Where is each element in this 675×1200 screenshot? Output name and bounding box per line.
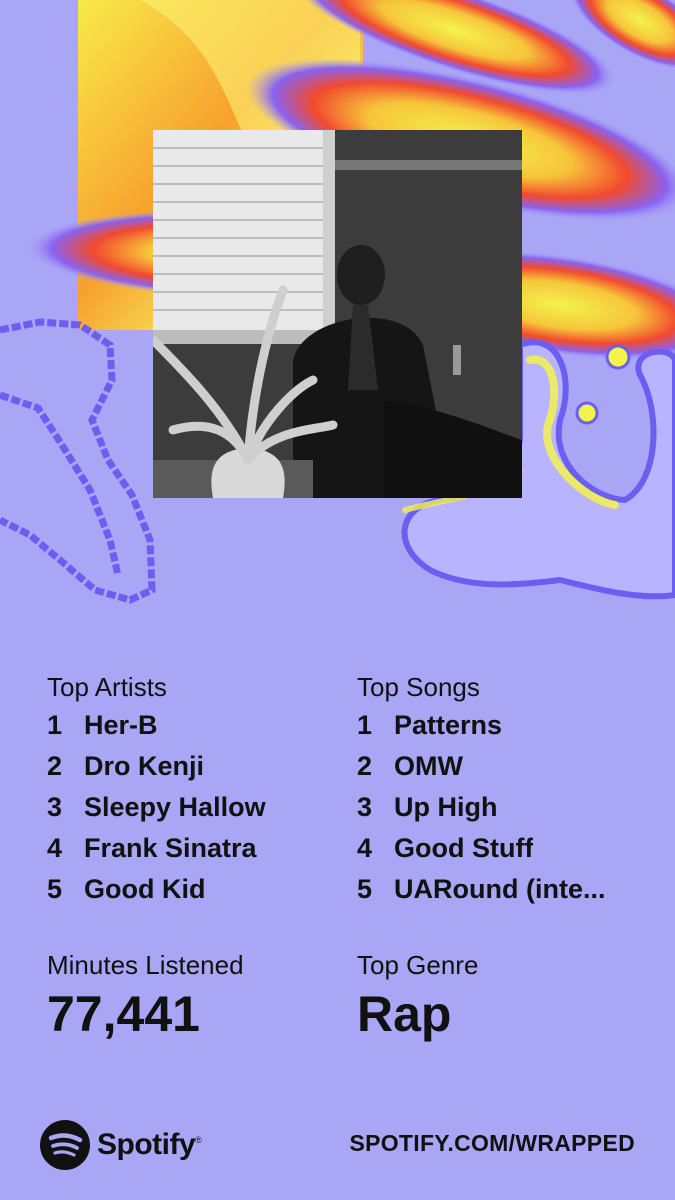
list-item: 4 Frank Sinatra [47, 833, 347, 874]
brand-text: Spotify [97, 1128, 196, 1161]
artist-name: Sleepy Hallow [84, 792, 266, 822]
rank-number: 2 [47, 751, 63, 781]
top-artists-section: Top Artists 1 Her-B 2 Dro Kenji 3 Sleepy Ha… [47, 672, 347, 915]
artist-name: Frank Sinatra [84, 833, 257, 863]
pixel-outline [0, 318, 156, 604]
top-artists-list: 1 Her-B 2 Dro Kenji 3 Sleepy Hallow 4 Frank … [47, 710, 347, 915]
top-songs-heading: Top Songs [357, 672, 480, 702]
rank-number: 5 [357, 874, 373, 904]
spotify-brand[interactable]: Spotify® [40, 1120, 202, 1170]
song-name: Good Stuff [394, 833, 534, 863]
list-item: 3 Up High [357, 792, 657, 833]
artist-name: Dro Kenji [84, 751, 205, 781]
list-item: 1 Her-B [47, 710, 347, 751]
rank-number: 2 [357, 751, 373, 781]
top-artists-heading: Top Artists [47, 672, 167, 702]
rank-number: 3 [47, 792, 63, 822]
artist-name: Good Kid [84, 874, 206, 904]
rank-number: 1 [357, 710, 373, 740]
song-name: OMW [394, 751, 463, 781]
list-item: 5 UARound (inte... [357, 874, 657, 915]
song-name: Patterns [394, 710, 503, 740]
footer: Spotify® SPOTIFY.COM/WRAPPED [40, 1118, 635, 1170]
list-item: 3 Sleepy Hallow [47, 792, 347, 833]
song-name: UARound (inte... [394, 874, 606, 904]
wrapped-link[interactable]: SPOTIFY.COM/WRAPPED [349, 1130, 635, 1157]
list-item: 2 Dro Kenji [47, 751, 347, 792]
minutes-label: Minutes Listened [47, 950, 244, 980]
artist-name: Her-B [84, 710, 158, 740]
trademark-symbol: ® [195, 1135, 202, 1145]
list-item: 4 Good Stuff [357, 833, 657, 874]
list-item: 1 Patterns [357, 710, 657, 751]
rank-number: 3 [357, 792, 373, 822]
rank-number: 4 [47, 833, 63, 863]
song-name: Up High [394, 792, 498, 822]
artist-photo [153, 130, 522, 498]
wrapped-card: Top Artists 1 Her-B 2 Dro Kenji 3 Sleepy Ha… [0, 0, 675, 1200]
minutes-value: 77,441 [47, 986, 200, 1042]
brand-name: Spotify® [97, 1128, 202, 1162]
list-item: 2 OMW [357, 751, 657, 792]
rank-number: 1 [47, 710, 63, 740]
list-item: 5 Good Kid [47, 874, 347, 915]
genre-label: Top Genre [357, 950, 479, 980]
rank-number: 4 [357, 833, 373, 863]
genre-section: Top Genre Rap [357, 950, 657, 1042]
genre-value: Rap [357, 986, 452, 1042]
top-songs-section: Top Songs 1 Patterns 2 OMW 3 Up High 4 Good … [357, 672, 657, 915]
minutes-section: Minutes Listened 77,441 [47, 950, 347, 1042]
spotify-logo-icon [40, 1120, 90, 1170]
rank-number: 5 [47, 874, 63, 904]
top-songs-list: 1 Patterns 2 OMW 3 Up High 4 Good Stuff 5 UAR… [357, 710, 657, 915]
